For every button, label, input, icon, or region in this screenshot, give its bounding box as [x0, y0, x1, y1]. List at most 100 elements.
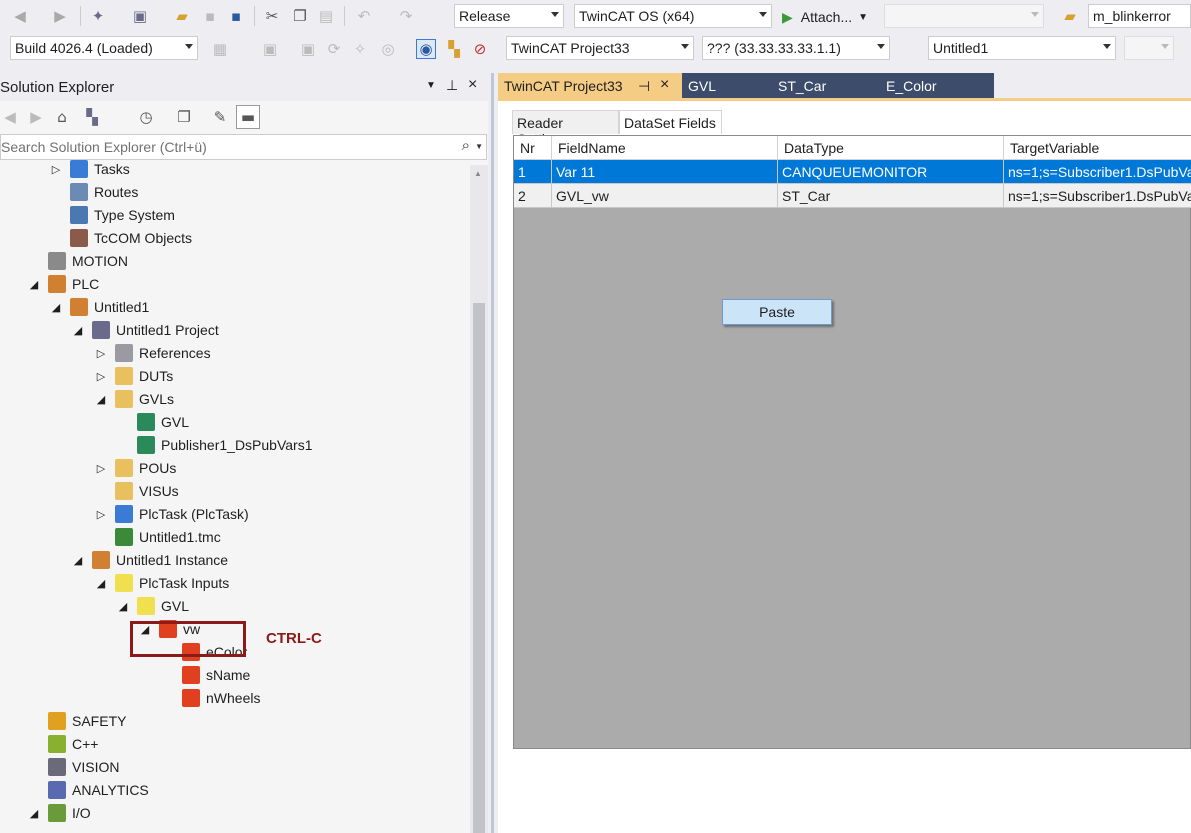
preview-icon[interactable]: ▬	[236, 105, 260, 129]
cell-datatype[interactable]: CANQUEUEMONITOR	[778, 160, 1004, 184]
pin-icon[interactable]: ⊥	[446, 77, 458, 94]
toggle-free-run-icon[interactable]: ◎	[378, 39, 398, 59]
tree-node[interactable]: SAFETY	[28, 710, 126, 732]
tree-node[interactable]: Routes	[50, 181, 138, 203]
tab-dataset-fields[interactable]: DataSet Fields	[619, 110, 722, 134]
scan-icon[interactable]: ✧	[350, 39, 370, 59]
tree-node[interactable]: ▷ References	[95, 342, 211, 364]
debug-target-select[interactable]	[884, 4, 1044, 28]
collapse-arrow-icon[interactable]: ◢	[95, 393, 107, 406]
new-project-icon[interactable]: ✦	[88, 6, 108, 26]
collapse-all-icon[interactable]: ❐	[174, 107, 194, 127]
tree-node[interactable]: ◢ Untitled1	[50, 296, 149, 318]
column-header-datatype[interactable]: DataType	[778, 136, 1004, 160]
find-in-files-icon[interactable]: ▰	[1060, 6, 1080, 26]
redo-icon[interactable]: ↷	[396, 6, 416, 26]
find-combo[interactable]: m_blinkerror	[1088, 4, 1191, 28]
cell-fieldname[interactable]: Var 11	[552, 160, 778, 184]
tab-e-color[interactable]: E_Color	[880, 73, 994, 100]
tree-node[interactable]: ▷ PlcTask (PlcTask)	[95, 503, 249, 525]
collapse-arrow-icon[interactable]: ◢	[95, 577, 107, 590]
column-header-nr[interactable]: Nr	[514, 136, 552, 160]
restart-icon[interactable]: ▣	[260, 39, 280, 59]
open-file-icon[interactable]: ▰	[172, 6, 192, 26]
column-header-fieldname[interactable]: FieldName	[552, 136, 778, 160]
tree-node[interactable]: GVL	[117, 411, 189, 433]
undo-icon[interactable]: ↶	[354, 6, 374, 26]
tab-st-car[interactable]: ST_Car	[772, 73, 880, 100]
attach-button[interactable]: ▶ Attach... ▼	[782, 6, 868, 28]
tree-node[interactable]: ◢ PlcTask Inputs	[95, 572, 229, 594]
expand-arrow-icon[interactable]: ▷	[95, 508, 107, 521]
tree-node[interactable]: ◢ Untitled1 Instance	[72, 549, 228, 571]
plc-extra-select[interactable]	[1124, 36, 1174, 60]
activate-config-icon[interactable]: ▦	[210, 39, 230, 59]
tree-node[interactable]: ▷ DUTs	[95, 365, 173, 387]
target-select[interactable]: ??? (33.33.33.33.1.1)	[702, 36, 890, 60]
tree-node[interactable]: Type System	[50, 204, 175, 226]
forward-icon[interactable]: ▶	[50, 6, 70, 26]
expand-arrow-icon[interactable]: ▷	[95, 370, 107, 383]
tree-node[interactable]: ◢ Untitled1 Project	[72, 319, 219, 341]
collapse-arrow-icon[interactable]: ◢	[72, 554, 84, 567]
tree-node[interactable]: ◢ PLC	[28, 273, 99, 295]
tree-node[interactable]: ANALYTICS	[28, 779, 149, 801]
paste-icon[interactable]: ▤	[316, 6, 336, 26]
close-icon[interactable]: ×	[660, 76, 669, 94]
cell-nr[interactable]: 2	[514, 184, 552, 208]
tree-node[interactable]: TcCOM Objects	[50, 227, 192, 249]
show-online-icon[interactable]: ◉	[416, 39, 436, 59]
collapse-arrow-icon[interactable]: ◢	[50, 301, 62, 314]
solution-config-select[interactable]: Release	[454, 4, 564, 28]
solution-explorer-search[interactable]: Search Solution Explorer (Ctrl+ü) ⌕ ▼	[0, 134, 487, 160]
tree-node[interactable]: VISION	[28, 756, 119, 778]
add-item-icon[interactable]: ▣	[130, 6, 150, 26]
expand-arrow-icon[interactable]: ▷	[95, 462, 107, 475]
cell-targetvariable[interactable]: ns=1;s=Subscriber1.DsPubVars1	[1004, 184, 1191, 208]
save-all-icon[interactable]: ▪	[226, 6, 246, 26]
tree-node[interactable]: ◢ GVLs	[95, 388, 174, 410]
cell-fieldname[interactable]: GVL_vw	[552, 184, 778, 208]
collapse-arrow-icon[interactable]: ◢	[72, 324, 84, 337]
column-header-targetvariable[interactable]: TargetVariable	[1004, 136, 1191, 160]
project-select[interactable]: TwinCAT Project33	[506, 36, 694, 60]
home-icon[interactable]: ⌂	[52, 107, 72, 127]
switch-views-icon[interactable]: ▚	[82, 107, 102, 127]
tree-node[interactable]: ▷ POUs	[95, 457, 176, 479]
cut-icon[interactable]: ✂	[262, 6, 282, 26]
expand-arrow-icon[interactable]: ▷	[95, 347, 107, 360]
tab-twincat-project33[interactable]: TwinCAT Project33 ⊣ ×	[498, 73, 682, 100]
tree-node[interactable]: sName	[162, 664, 250, 686]
expand-arrow-icon[interactable]: ▷	[50, 163, 62, 176]
tree-node[interactable]: ◢ I/O	[28, 802, 91, 824]
window-menu-icon[interactable]: ▼	[426, 80, 436, 91]
tree-scrollbar-thumb[interactable]	[473, 303, 485, 833]
cell-datatype[interactable]: ST_Car	[778, 184, 1004, 208]
save-icon[interactable]: ▪	[200, 6, 220, 26]
collapse-arrow-icon[interactable]: ◢	[28, 278, 40, 291]
tree-node[interactable]: VISUs	[95, 480, 179, 502]
copy-icon[interactable]: ❐	[290, 6, 310, 26]
solution-platform-select[interactable]: TwinCAT OS (x64)	[574, 4, 772, 28]
collapse-arrow-icon[interactable]: ◢	[117, 600, 129, 613]
close-icon[interactable]: ×	[468, 76, 477, 94]
collapse-arrow-icon[interactable]: ◢	[28, 807, 40, 820]
tree-node[interactable]: MOTION	[28, 250, 128, 272]
tree-node[interactable]: ▷ Tasks	[50, 158, 130, 180]
pin-icon[interactable]: ⊣	[638, 78, 650, 95]
forward-icon[interactable]: ▶	[26, 107, 46, 127]
plc-project-select[interactable]: Untitled1	[928, 36, 1116, 60]
config-mode-icon[interactable]: ▣	[298, 39, 318, 59]
tab-reader-settings[interactable]: Reader Settings	[512, 110, 619, 147]
properties-icon[interactable]: ✎	[210, 107, 230, 127]
tree-node[interactable]: Untitled1.tmc	[95, 526, 221, 548]
tree-node[interactable]: C++	[28, 733, 98, 755]
tab-gvl[interactable]: GVL	[682, 73, 772, 100]
disable-icon[interactable]: ⊘	[470, 39, 490, 59]
scroll-up-icon[interactable]: ▲	[474, 169, 482, 178]
paste-menu-item[interactable]: Paste	[722, 299, 832, 325]
show-sub-items-icon[interactable]: ▚	[444, 39, 464, 59]
back-icon[interactable]: ◀	[0, 107, 20, 127]
tree-node[interactable]: ◢ GVL	[117, 595, 189, 617]
chevron-down-icon[interactable]: ▼	[475, 142, 483, 151]
